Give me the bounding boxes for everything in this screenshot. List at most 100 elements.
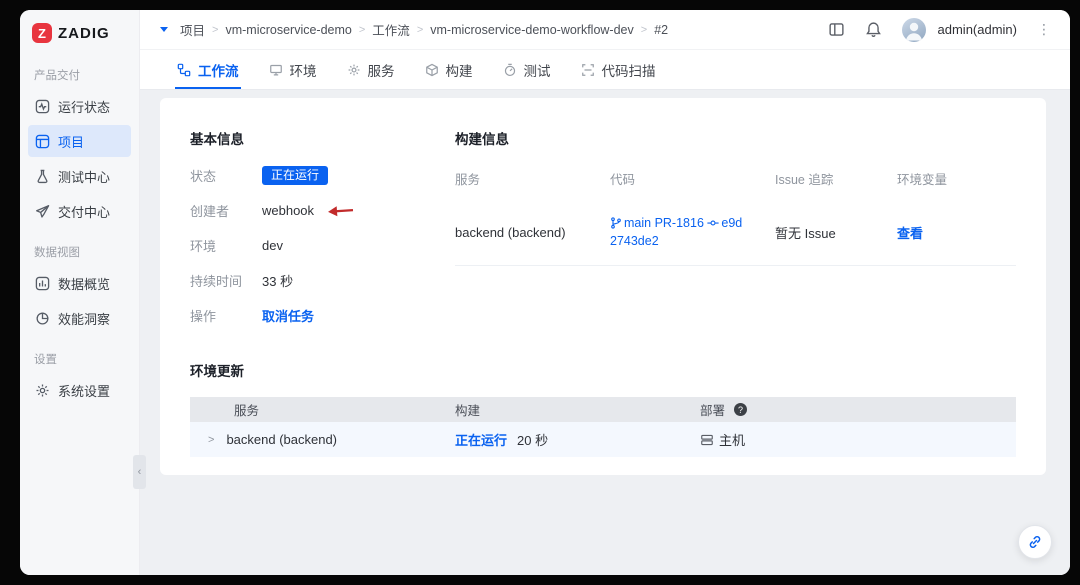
status-badge: 正在运行 xyxy=(262,165,329,186)
view-envvar-link[interactable]: 查看 xyxy=(897,226,923,241)
panel-icon[interactable] xyxy=(828,21,845,38)
sidebar-item-insight[interactable]: 效能洞察 xyxy=(28,302,131,334)
breadcrumb-workflow-name[interactable]: vm-microservice-demo-workflow-dev xyxy=(430,23,634,37)
sidebar-section-settings: 设置 xyxy=(34,354,57,366)
env-row-build-status-link[interactable]: 正在运行 xyxy=(455,430,507,449)
gauge-icon xyxy=(504,63,515,76)
env-row-build-duration: 20 秒 xyxy=(517,433,549,448)
action-label: 操作 xyxy=(190,309,217,324)
user-avatar[interactable] xyxy=(901,17,926,42)
scan-icon xyxy=(581,63,594,76)
duration-label: 持续时间 xyxy=(190,274,243,289)
env-table-row[interactable]: > backend (backend) 正在运行 20 秒 主机 xyxy=(190,422,1016,457)
basic-info-title: 基本信息 xyxy=(190,132,244,147)
bell-icon[interactable] xyxy=(865,21,882,38)
tab-code-scan[interactable]: 代码扫描 xyxy=(566,50,671,89)
sidebar-item-test-center[interactable]: 测试中心 xyxy=(28,160,131,192)
sidebar-item-delivery-center[interactable]: 交付中心 xyxy=(28,195,131,227)
desktop: { "brand": { "name": "ZADIG" }, "sidebar… xyxy=(0,0,1080,585)
brand-logo[interactable]: Z ZADIG xyxy=(20,10,139,53)
main-area: 项目 > vm-microservice-demo > 工作流 > vm-mic… xyxy=(140,10,1070,575)
breadcrumb-task-number: #2 xyxy=(654,22,669,37)
sidebar-item-label: 项目 xyxy=(58,134,85,150)
tab-env[interactable]: 环境 xyxy=(254,50,332,89)
col-deploy: 部署 xyxy=(700,404,726,418)
env-row-deploy-type: 主机 xyxy=(719,433,746,448)
breadcrumb-project-name[interactable]: vm-microservice-demo xyxy=(225,23,351,37)
zadig-logo-icon: Z xyxy=(32,23,52,43)
topbar: 项目 > vm-microservice-demo > 工作流 > vm-mic… xyxy=(140,10,1070,50)
brand-name: ZADIG xyxy=(58,24,110,42)
tab-label: 环境 xyxy=(289,63,317,79)
creator-row: 创建者 webhook xyxy=(190,200,455,221)
env-update-section: 环境更新 服务 构建 部署 ? > backend (backend) 正在运行… xyxy=(190,360,1016,457)
project-selector-caret-icon[interactable] xyxy=(160,27,168,32)
sidebar-item-label: 效能洞察 xyxy=(58,311,111,327)
tab-workflow[interactable]: 工作流 xyxy=(162,50,254,89)
build-info-title: 构建信息 xyxy=(455,132,509,147)
tab-build[interactable]: 构建 xyxy=(410,50,488,89)
col-issue: Issue 追踪 xyxy=(775,173,834,187)
status-row: 状态 正在运行 xyxy=(190,165,455,186)
deploy-help-icon[interactable]: ? xyxy=(734,403,748,416)
sidebar-item-data-overview[interactable]: 数据概览 xyxy=(28,267,131,299)
breadcrumb-separator: > xyxy=(358,23,366,36)
action-row: 操作 取消任务 xyxy=(190,305,455,326)
monitor-icon xyxy=(269,64,282,76)
breadcrumb-projects[interactable]: 项目 xyxy=(180,20,205,39)
env-row-service: backend (backend) xyxy=(226,432,338,447)
env-table-header: 服务 构建 部署 ? xyxy=(190,397,1016,422)
sidebar-collapse-handle[interactable]: ‹ xyxy=(133,455,146,489)
sidebar-item-label: 数据概览 xyxy=(58,276,111,292)
topbar-right: admin(admin) ⋮ xyxy=(828,17,1052,42)
sidebar-item-label: 交付中心 xyxy=(58,204,111,220)
tab-label: 代码扫描 xyxy=(601,63,656,79)
share-link-button[interactable] xyxy=(1018,525,1052,559)
service-gear-icon xyxy=(348,64,359,75)
duration-row: 持续时间 33 秒 xyxy=(190,270,455,291)
sidebar-section-delivery: 产品交付 xyxy=(34,70,80,82)
build-service: backend (backend) xyxy=(455,224,566,240)
username[interactable]: admin(admin) xyxy=(938,22,1017,37)
host-icon xyxy=(701,434,713,445)
branch-link[interactable]: main PR-1816 xyxy=(624,216,704,230)
breadcrumb-separator: > xyxy=(416,23,424,36)
sidebar-item-projects[interactable]: 项目 xyxy=(28,125,131,157)
content-area: 基本信息 状态 正在运行 创建者 webhook 环境 dev 持续时间 33 … xyxy=(140,90,1070,575)
red-arrow-annotation xyxy=(328,205,354,216)
tab-label: 构建 xyxy=(445,63,473,79)
env-row: 环境 dev xyxy=(190,235,455,256)
workflow-icon xyxy=(177,63,191,76)
project-icon xyxy=(35,134,50,148)
tab-test[interactable]: 测试 xyxy=(488,50,566,89)
sidebar-item-label: 运行状态 xyxy=(58,99,111,115)
breadcrumb-workflows[interactable]: 工作流 xyxy=(372,20,410,39)
env-update-title: 环境更新 xyxy=(190,364,244,379)
col-service: 服务 xyxy=(234,404,260,418)
flask-icon xyxy=(37,169,48,183)
col-service: 服务 xyxy=(455,173,481,187)
status-label: 状态 xyxy=(190,169,217,184)
sidebar-section-data: 数据视图 xyxy=(34,247,80,259)
build-table-row: backend (backend) main PR-1816 e9d2743de… xyxy=(455,201,1016,266)
creator-label: 创建者 xyxy=(190,204,230,219)
breadcrumb-separator: > xyxy=(640,23,648,36)
person-icon xyxy=(905,22,922,40)
build-info-section: 构建信息 服务 代码 Issue 追踪 环境变量 backend (backen… xyxy=(455,128,1016,340)
bar-chart-icon xyxy=(35,276,50,290)
sidebar-item-label: 测试中心 xyxy=(58,169,111,185)
build-code-cell: main PR-1816 e9d2743de2 xyxy=(610,214,775,250)
cancel-task-link[interactable]: 取消任务 xyxy=(262,306,314,325)
tab-label: 工作流 xyxy=(198,63,239,79)
sidebar-item-label: 系统设置 xyxy=(58,383,111,399)
tab-service[interactable]: 服务 xyxy=(332,50,410,89)
app-window: Z ZADIG 产品交付 运行状态 项目 测试中心 交付中心 数据视图 数据概览 xyxy=(20,10,1070,575)
build-table: 服务 代码 Issue 追踪 环境变量 backend (backend) ma… xyxy=(455,165,1016,266)
sidebar-item-run-status[interactable]: 运行状态 xyxy=(28,90,131,122)
pulse-icon xyxy=(35,99,50,113)
build-table-header: 服务 代码 Issue 追踪 环境变量 xyxy=(455,165,1016,201)
more-menu-icon[interactable]: ⋮ xyxy=(1037,21,1052,38)
expand-chevron-icon[interactable]: > xyxy=(208,434,214,446)
env-label: 环境 xyxy=(190,239,217,254)
sidebar-item-system-settings[interactable]: 系统设置 xyxy=(28,374,131,406)
